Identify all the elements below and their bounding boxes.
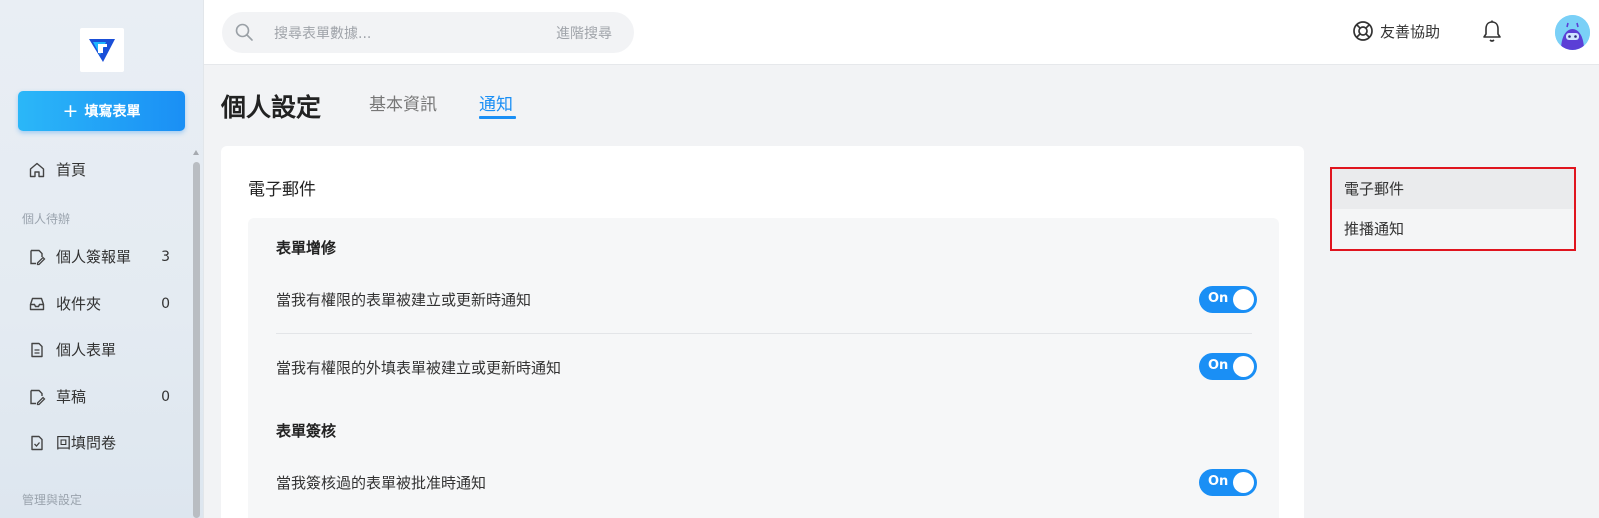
home-icon (28, 161, 46, 179)
help-label: 友善協助 (1380, 22, 1441, 41)
divider (276, 333, 1252, 334)
sidebar-item-label: 草稿 (56, 388, 87, 406)
sidebar-item-label: 首頁 (56, 161, 87, 179)
app-logo[interactable] (80, 28, 124, 72)
notify-external-form-update-toggle[interactable]: On (1199, 353, 1257, 380)
scroll-up-arrow-icon[interactable] (193, 150, 199, 155)
section-anchor-nav: 電子郵件 推播通知 (1330, 167, 1576, 251)
email-settings-card: 電子郵件 表單增修 當我有權限的表單被建立或更新時通知 On 當我有權限的外填表… (221, 146, 1304, 518)
anchor-item-push[interactable]: 推播通知 (1332, 209, 1574, 249)
plus-icon: + (62, 99, 79, 122)
sidebar: + 填寫表單 首頁 個人待辦 個人簽報單 3 收件夾 0 個人表單 草稿 0 回… (0, 0, 204, 518)
notify-form-update-toggle[interactable]: On (1199, 286, 1257, 313)
page-title: 個人設定 (221, 93, 322, 122)
notification-bell-icon[interactable] (1480, 19, 1504, 49)
setting-row-label: 當我有權限的表單被建立或更新時通知 (276, 291, 532, 309)
sidebar-item-label: 回填問卷 (56, 434, 117, 452)
advanced-search-link[interactable]: 進階搜尋 (556, 23, 612, 43)
document-check-icon (28, 434, 46, 452)
section-label-personal: 個人待辦 (22, 212, 71, 226)
inbox-icon (28, 295, 46, 313)
sidebar-item-survey[interactable]: 回填問卷 (28, 432, 170, 453)
sidebar-item-count: 3 (161, 248, 170, 265)
setting-row-label: 當我有權限的外填表單被建立或更新時通知 (276, 359, 562, 377)
search-input[interactable]: 搜尋表單數據... (274, 23, 371, 43)
user-avatar[interactable] (1555, 15, 1590, 50)
toggle-knob (1233, 356, 1254, 377)
fill-form-label: 填寫表單 (84, 104, 141, 120)
toggle-label: On (1208, 358, 1229, 373)
settings-panel: 表單增修 當我有權限的表單被建立或更新時通知 On 當我有權限的外填表單被建立或… (248, 218, 1279, 518)
sidebar-item-drafts[interactable]: 草稿 0 (28, 386, 170, 407)
group-title-form-approval: 表單簽核 (276, 422, 337, 440)
search-icon (234, 22, 254, 46)
sidebar-item-label: 收件夾 (56, 295, 102, 313)
tab-notifications[interactable]: 通知 (479, 90, 513, 115)
scrollbar-thumb[interactable] (193, 162, 200, 518)
sidebar-item-inbox[interactable]: 收件夾 0 (28, 293, 170, 314)
setting-row-label: 當我簽核過的表單被批准時通知 (276, 474, 487, 492)
lifebuoy-icon (1352, 20, 1374, 42)
active-tab-indicator (479, 116, 516, 119)
sidebar-item-personal-forms[interactable]: 個人表單 (28, 339, 170, 360)
card-title: 電子郵件 (248, 180, 316, 200)
toggle-label: On (1208, 474, 1229, 489)
search-bar[interactable]: 搜尋表單數據... 進階搜尋 (222, 12, 634, 53)
draft-edit-icon (28, 388, 46, 406)
tab-basic-info[interactable]: 基本資訊 (369, 90, 437, 115)
sidebar-item-label: 個人表單 (56, 341, 117, 359)
group-title-form-edit: 表單增修 (276, 239, 337, 257)
section-label-admin: 管理與設定 (22, 493, 83, 507)
toggle-knob (1233, 289, 1254, 310)
document-icon (28, 341, 46, 359)
fill-form-button[interactable]: + 填寫表單 (18, 91, 185, 131)
sidebar-item-personal-signoff[interactable]: 個人簽報單 3 (28, 246, 170, 267)
sidebar-item-label: 個人簽報單 (56, 248, 132, 266)
top-header: 搜尋表單數據... 進階搜尋 友善協助 (204, 0, 1599, 65)
sidebar-scrollbar[interactable] (193, 150, 200, 518)
anchor-item-email[interactable]: 電子郵件 (1332, 169, 1574, 209)
notify-approved-toggle[interactable]: On (1199, 469, 1257, 496)
sidebar-item-count: 0 (161, 295, 170, 312)
toggle-label: On (1208, 291, 1229, 306)
sidebar-item-count: 0 (161, 388, 170, 405)
toggle-knob (1233, 472, 1254, 493)
help-button[interactable]: 友善協助 (1352, 20, 1440, 42)
document-pen-icon (28, 248, 46, 266)
sidebar-item-home[interactable]: 首頁 (28, 159, 170, 180)
